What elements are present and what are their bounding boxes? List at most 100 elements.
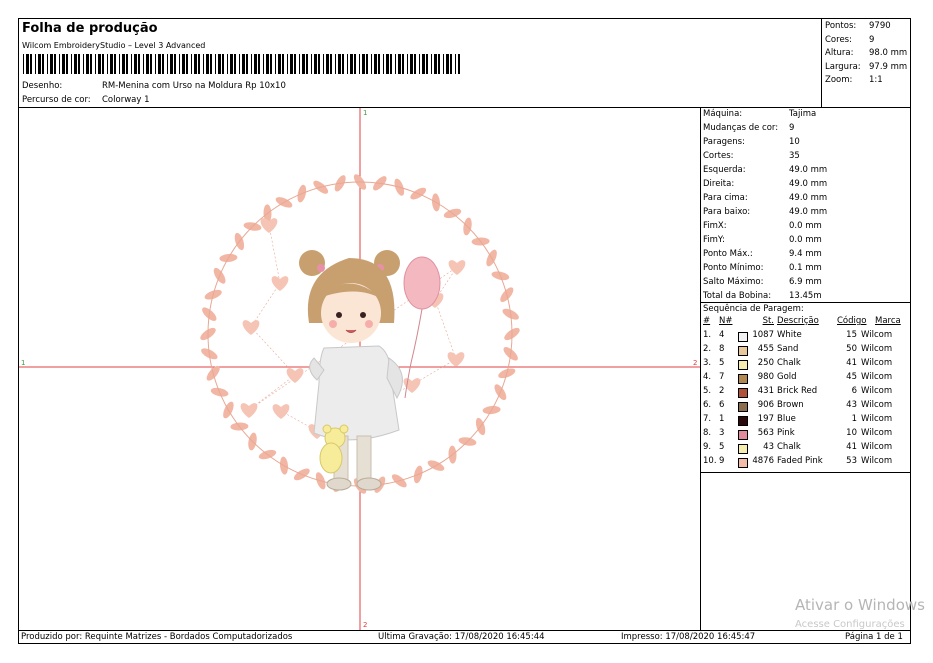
color-description: Gold: [777, 372, 797, 382]
color-swatch: [738, 388, 748, 398]
barcode-bar: [203, 54, 204, 74]
thread-brand: Wilcom: [861, 456, 893, 466]
param-row: Máquina: Tajima: [703, 109, 910, 123]
barcode-bar: [170, 54, 173, 74]
colorway-value: Colorway 1: [102, 95, 150, 105]
barcode-bar: [218, 54, 221, 74]
param-value: 6.9 mm: [789, 277, 822, 287]
stop-sequence-row: 5. 2 431 Brick Red 6 Wilcom: [703, 386, 910, 400]
barcode-bar: [126, 54, 128, 74]
stat-label: Pontos:: [825, 21, 857, 31]
param-value: 0.0 mm: [789, 221, 822, 231]
color-code: 45: [846, 372, 857, 382]
production-sheet: Folha de produção Wilcom EmbroideryStudi…: [18, 18, 911, 644]
param-label: Para cima:: [703, 193, 748, 203]
barcode-bar: [270, 54, 272, 74]
heart-shape: [448, 260, 466, 275]
barcode-bar: [450, 54, 452, 74]
barcode-bar: [438, 54, 440, 74]
color-code: 43: [846, 400, 857, 410]
barcode-bar: [431, 54, 432, 74]
barcode-bar: [66, 54, 68, 74]
col-header-n: N#: [719, 316, 733, 326]
thread-brand: Wilcom: [861, 414, 893, 424]
barcode-bar: [398, 54, 401, 74]
param-value: Tajima: [789, 109, 817, 119]
stop-number: 10.: [703, 456, 717, 466]
stat-label: Largura:: [825, 61, 861, 72]
barcode-bar: [131, 54, 132, 74]
barcode-bar: [239, 54, 240, 74]
barcode-bar: [390, 54, 392, 74]
barcode-bar: [227, 54, 228, 74]
barcode-bar: [302, 54, 305, 74]
stop-number: 1.: [703, 330, 712, 340]
needle-number: 9: [719, 456, 725, 466]
param-label: Direita:: [703, 179, 735, 189]
connector-line: [268, 224, 281, 284]
barcode-bar: [206, 54, 209, 74]
heart-shape: [271, 276, 289, 291]
barcode-bar: [150, 54, 152, 74]
stitch-count: 980: [757, 372, 774, 382]
barcode-bar: [59, 54, 60, 74]
param-row: Cortes: 35: [703, 151, 910, 165]
barcode-bar: [323, 54, 324, 74]
needle-number: 7: [719, 372, 725, 382]
colorway-label: Percurso de cor:: [22, 95, 91, 105]
stat-row: Largura: 97.9 mm: [825, 62, 910, 76]
param-row: FimX: 0.0 mm: [703, 221, 910, 235]
param-row: Esquerda: 49.0 mm: [703, 165, 910, 179]
barcode-bar: [42, 54, 44, 74]
param-row: Direita: 49.0 mm: [703, 179, 910, 193]
param-value: 0.1 mm: [789, 263, 822, 273]
girl-figure: [299, 250, 441, 491]
barcode-bar: [371, 54, 372, 74]
param-row: Ponto Mínimo: 0.1 mm: [703, 263, 910, 277]
stat-row: Altura: 98.0 mm: [825, 48, 910, 62]
thread-brand: Wilcom: [861, 344, 893, 354]
stat-value: 97.9 mm: [869, 61, 908, 72]
color-code: 41: [846, 358, 857, 368]
barcode-bar: [35, 54, 36, 74]
machine-parameters: Máquina: Tajima Mudanças de cor: 9 Paragen…: [701, 108, 910, 303]
color-description: Blue: [777, 414, 796, 424]
barcode-bar: [90, 54, 92, 74]
barcode-bar: [107, 54, 108, 74]
stop-number: 5.: [703, 386, 712, 396]
stat-value: 1:1: [869, 75, 883, 85]
barcode-bar: [50, 54, 53, 74]
stop-number: 3.: [703, 358, 712, 368]
heart-shape: [447, 352, 465, 367]
stop-sequence-row: 6. 6 906 Brown 43 Wilcom: [703, 400, 910, 414]
thread-brand: Wilcom: [861, 400, 893, 410]
barcode-bar: [138, 54, 140, 74]
stitch-count: 4876: [752, 456, 774, 466]
connector-line: [434, 299, 457, 360]
balloon: [403, 256, 441, 310]
barcode-bar: [26, 54, 29, 74]
param-row: Para cima: 49.0 mm: [703, 193, 910, 207]
barcode-bar: [95, 54, 96, 74]
needle-number: 2: [719, 386, 725, 396]
barcode-bar: [378, 54, 380, 74]
design-preview-svg: 1 2 1 2: [19, 108, 700, 630]
barcode-bar: [119, 54, 120, 74]
barcode-bar: [350, 54, 353, 74]
color-description: Pink: [777, 428, 795, 438]
barcode-bar: [278, 54, 281, 74]
col-header-num: #: [703, 316, 711, 326]
printed-date: Impresso: 17/08/2020 16:45:47: [621, 632, 756, 642]
stop-sequence-row: 8. 3 563 Pink 10 Wilcom: [703, 428, 910, 442]
color-swatch: [738, 332, 748, 342]
barcode-bar: [366, 54, 368, 74]
produced-by: Produzido por: Requinte Matrizes - Borda…: [21, 632, 293, 642]
barcode-bar: [446, 54, 449, 74]
barcode-bar: [174, 54, 176, 74]
color-description: Sand: [777, 344, 799, 354]
stop-sequence-rows: 1. 4 1087 White 15 Wilcom 2. 8 455 Sand 50 Wilcom 3.…: [703, 330, 910, 470]
windows-activation-watermark: Ativar o Windows: [795, 596, 925, 614]
barcode-bar: [299, 54, 300, 74]
barcode-bar: [186, 54, 188, 74]
barcode-bar: [146, 54, 149, 74]
